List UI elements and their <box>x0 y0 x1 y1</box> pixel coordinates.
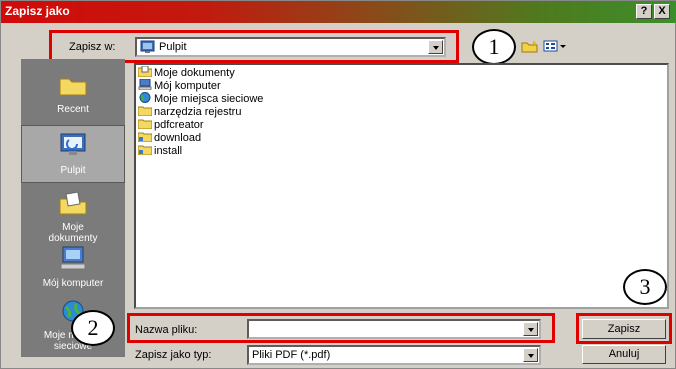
close-button[interactable]: X <box>654 4 670 19</box>
filename-dropdown-arrow[interactable] <box>523 322 538 336</box>
place-recent[interactable]: Recent <box>21 73 125 115</box>
step-marker-3: 3 <box>623 269 667 305</box>
my-documents-icon <box>137 65 153 78</box>
save-button[interactable]: Zapisz <box>582 319 666 339</box>
file-name: Mój komputer <box>154 80 221 92</box>
recent-folder-icon <box>21 73 125 100</box>
folder-icon <box>137 118 153 130</box>
save-in-combo[interactable]: Pulpit <box>135 37 446 57</box>
window-title: Zapisz jako <box>5 4 70 18</box>
place-recent-label: Recent <box>57 104 89 115</box>
my-documents-icon <box>21 191 125 218</box>
folder-icon <box>137 105 153 117</box>
filetype-select[interactable]: Pliki PDF (*.pdf) <box>247 345 541 365</box>
filetype-label: Zapisz jako typ: <box>135 349 212 361</box>
file-name: download <box>154 132 202 144</box>
shared-folder-icon <box>137 144 153 156</box>
filetype-dropdown-arrow[interactable] <box>523 348 538 362</box>
file-name: Moje dokumenty <box>154 67 235 79</box>
file-name: Moje miejsca sieciowe <box>154 93 264 105</box>
file-list[interactable]: Moje dokumenty Mój komputer Moje miejsca… <box>134 63 669 309</box>
step-marker-1: 1 <box>472 29 516 65</box>
view-menu-icon[interactable] <box>543 39 567 56</box>
list-item[interactable]: Moje miejsca sieciowe <box>138 92 263 105</box>
step-marker-2: 2 <box>71 310 115 346</box>
places-bar: Recent Pulpit Moje dokumenty Mój kompute… <box>21 59 125 357</box>
my-computer-icon <box>138 78 152 91</box>
list-item[interactable]: Mój komputer <box>138 78 221 92</box>
place-my-documents[interactable]: Moje dokumenty <box>21 191 125 244</box>
file-name: install <box>154 145 183 157</box>
list-item[interactable]: narzędzia rejestru <box>137 105 242 118</box>
my-computer-icon <box>21 245 125 274</box>
desktop-icon <box>22 132 124 161</box>
list-item[interactable]: Moje dokumenty <box>137 65 235 79</box>
new-folder-icon[interactable] <box>521 39 539 56</box>
filename-label: Nazwa pliku: <box>135 324 198 336</box>
file-name: narzędzia rejestru <box>154 106 242 118</box>
filetype-value: Pliki PDF (*.pdf) <box>252 349 331 361</box>
desktop-icon <box>140 40 155 57</box>
save-in-dropdown-arrow[interactable] <box>428 40 443 54</box>
save-in-label: Zapisz w: <box>69 41 116 53</box>
list-item[interactable]: pdfcreator <box>137 118 204 131</box>
place-my-computer-label: Mój komputer <box>42 278 104 289</box>
place-my-computer[interactable]: Mój komputer <box>21 245 125 289</box>
save-in-value: Pulpit <box>159 41 187 53</box>
filename-input[interactable] <box>247 319 541 339</box>
place-desktop-label: Pulpit <box>60 165 86 176</box>
place-my-documents-label: Moje dokumenty <box>48 222 98 244</box>
file-name: pdfcreator <box>154 119 204 131</box>
list-item[interactable]: install <box>137 144 183 157</box>
place-desktop[interactable]: Pulpit <box>21 125 125 183</box>
help-button[interactable]: ? <box>636 4 652 19</box>
title-bar: Zapisz jako ? X <box>1 1 676 23</box>
network-icon <box>138 92 152 103</box>
shared-folder-icon <box>137 131 153 143</box>
save-as-dialog: Zapisz jako ? X Zapisz w: Pulpit 1 Recen… <box>0 0 676 369</box>
list-item[interactable]: download <box>137 131 202 144</box>
cancel-button[interactable]: Anuluj <box>582 345 666 364</box>
